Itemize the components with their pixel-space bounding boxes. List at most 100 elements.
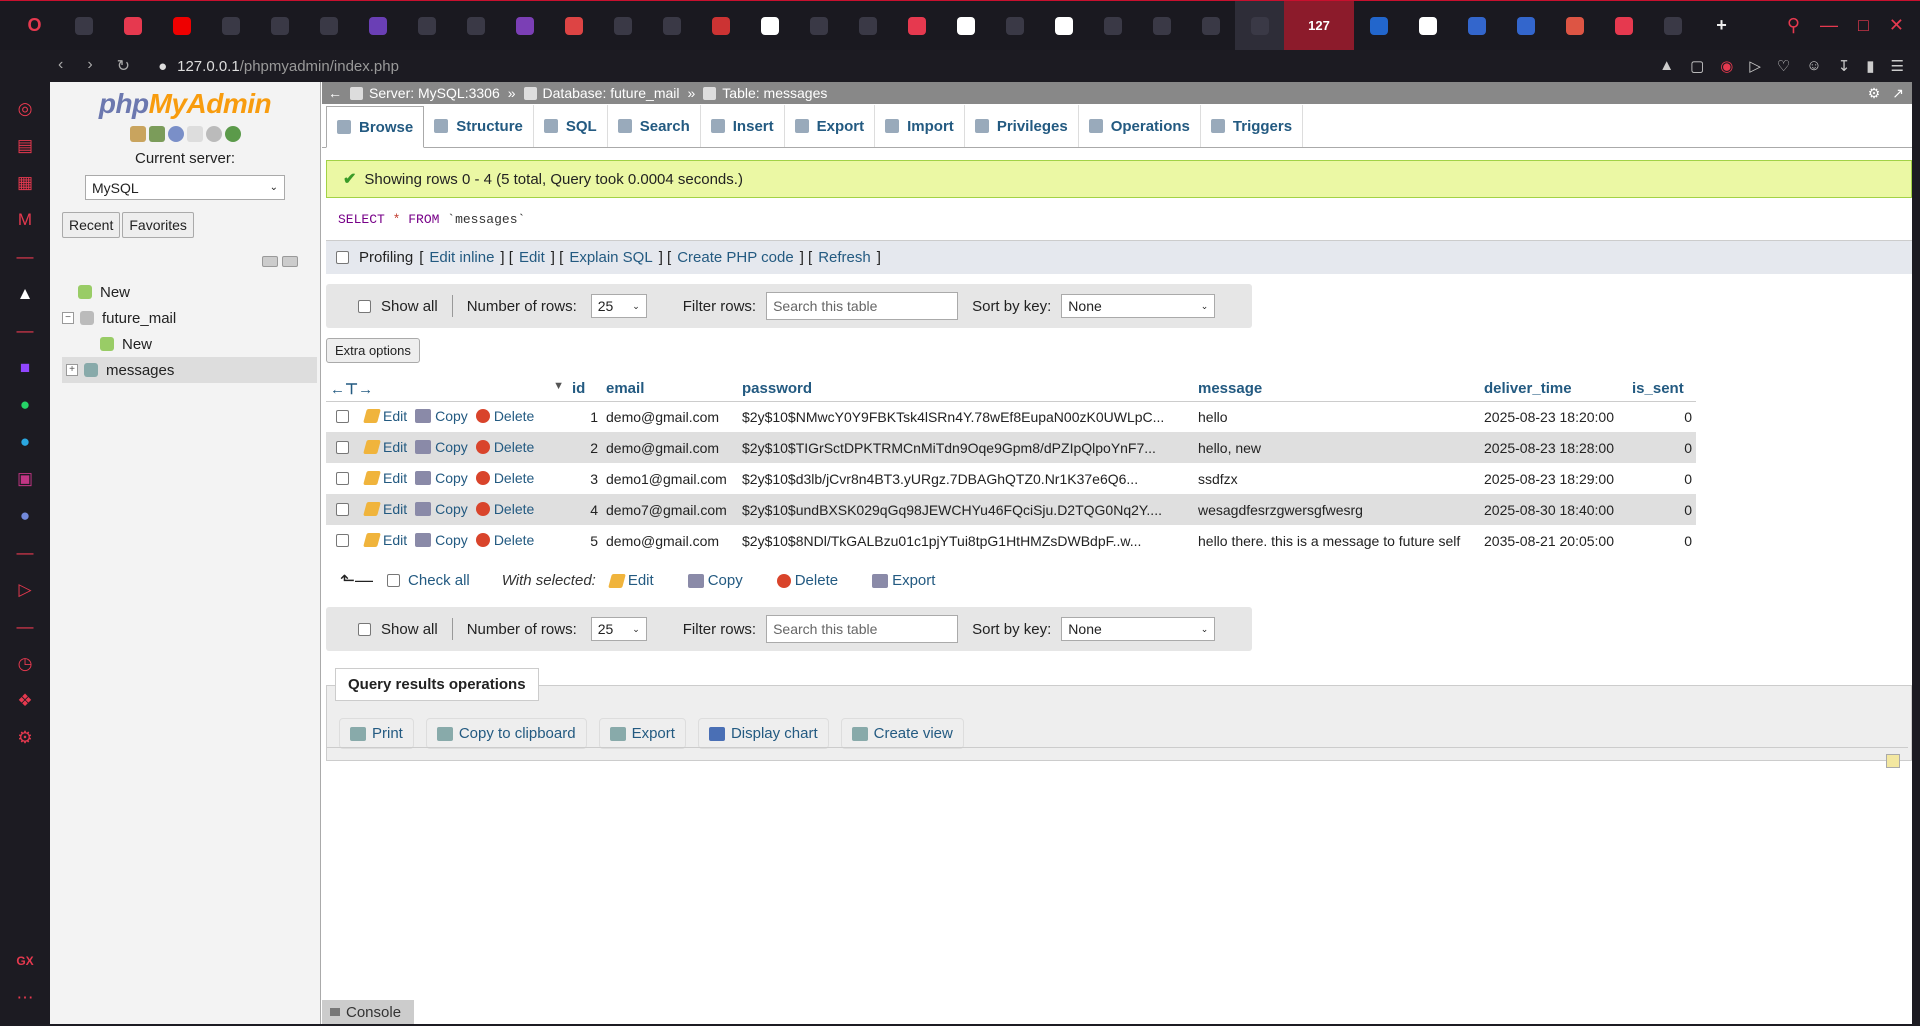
cell-message[interactable]: hello there. this is a message to future… [1194,525,1480,556]
extra-options-button[interactable]: Extra options [326,338,420,363]
check-all-label[interactable]: Check all [408,572,470,589]
maximize-icon[interactable]: □ [1858,15,1869,36]
snapshot-icon[interactable]: ▢ [1690,57,1704,75]
aria-icon[interactable]: ▤ [0,127,50,164]
server-select[interactable]: MySQL ⌄ [85,175,285,200]
link-icon[interactable] [282,256,298,267]
collapse-all-icon[interactable] [262,256,278,267]
browser-tab[interactable] [353,1,402,51]
logout-icon[interactable] [148,126,165,142]
heart-icon[interactable]: ♡ [1777,57,1790,75]
num-rows-select[interactable]: 25 ⌄ [590,294,647,318]
cell-is-sent[interactable]: 0 [1628,463,1696,494]
pma-logo[interactable]: phpMyAdmin [50,88,320,120]
tree-item-new-db[interactable]: New [62,279,317,305]
reload-icon[interactable]: ↻ [117,56,130,76]
cell-deliver-time[interactable]: 2025-08-30 18:40:00 [1480,494,1628,525]
browser-tab[interactable] [745,1,794,51]
settings-gear-icon[interactable]: ⚙ [1868,85,1881,102]
browser-tab[interactable] [451,1,500,51]
show-all-checkbox[interactable] [358,622,371,636]
copy-row-link[interactable]: Copy [415,501,468,517]
tab-structure[interactable]: Structure [424,105,534,147]
cell-deliver-time[interactable]: 2035-08-21 20:05:00 [1480,525,1628,556]
console-toggle[interactable]: Console [322,1000,414,1024]
expand-icon[interactable]: + [66,364,78,376]
row-checkbox[interactable] [336,502,349,516]
row-checkbox[interactable] [336,533,349,547]
row-checkbox[interactable] [336,409,349,423]
browser-tab[interactable] [941,1,990,51]
mail-icon[interactable]: M [0,201,50,238]
sql-query[interactable]: SELECT * FROM `messages` [326,198,1912,240]
delete-row-link[interactable]: Delete [475,470,534,486]
browser-tab[interactable] [1088,1,1137,51]
browser-tab[interactable] [598,1,647,51]
menu-icon[interactable]: ☰ [1891,57,1904,75]
extensions-icon[interactable]: ❖ [0,682,50,719]
tree-item-future-mail[interactable]: − future_mail [62,305,317,331]
display-chart-button[interactable]: Display chart [697,718,829,749]
breadcrumb-database[interactable]: Database: future_mail [523,85,680,101]
bulk-copy-button[interactable]: Copy [687,572,743,589]
bulk-edit-button[interactable]: Edit [607,572,654,589]
cell-email[interactable]: demo7@gmail.com [602,494,738,525]
browser-tab-active[interactable]: 127 [1284,0,1354,51]
url-field[interactable]: ● 127.0.0.1/phpmyadmin/index.php [158,58,399,75]
cell-password[interactable]: $2y$10$TIGrSctDPKTRMCnMiTdn9Oqe9Gpm8/dPZ… [738,432,1194,463]
account-icon[interactable]: ☺ [1806,57,1821,75]
cell-email[interactable]: demo1@gmail.com [602,463,738,494]
explain-sql-link[interactable]: Explain SQL [569,249,652,266]
browser-tab[interactable] [1039,1,1088,51]
cell-deliver-time[interactable]: 2025-08-23 18:20:00 [1480,401,1628,432]
cell-is-sent[interactable]: 0 [1628,401,1696,432]
browser-tab[interactable] [1550,1,1599,51]
wallet-icon[interactable]: ▦ [0,164,50,201]
tab-triggers[interactable]: Triggers [1201,105,1304,147]
cell-deliver-time[interactable]: 2025-08-23 18:28:00 [1480,432,1628,463]
help-icon[interactable] [167,126,184,142]
sort-by-key-select[interactable]: None ⌄ [1061,294,1216,318]
cell-message[interactable]: hello, new [1194,432,1480,463]
whatsapp-icon[interactable]: ● [0,386,50,423]
settings-gear-icon[interactable] [205,126,222,142]
tab-operations[interactable]: Operations [1079,105,1201,147]
edit-link[interactable]: Edit [519,249,545,266]
column-header-is-sent[interactable]: is_sent [1628,377,1696,402]
back-icon[interactable]: ‹ [58,56,63,76]
cell-email[interactable]: demo@gmail.com [602,401,738,432]
cell-password[interactable]: $2y$10$8NDl/TkGALBzu01c1pjYTui8tpG1HtHMZ… [738,525,1194,556]
filter-rows-input[interactable]: Search this table [766,615,959,643]
edit-row-link[interactable]: Edit [363,501,407,517]
cell-message[interactable]: ssdfzx [1194,463,1480,494]
check-all-checkbox[interactable] [387,574,401,587]
column-dropdown-icon[interactable]: ▼ [553,380,564,392]
column-header-password[interactable]: password [738,377,1194,402]
opera-menu-icon[interactable]: O [10,1,59,51]
edit-row-link[interactable]: Edit [363,470,407,486]
browser-tab[interactable] [990,1,1039,51]
minimize-icon[interactable]: — [1820,15,1838,36]
filter-rows-input[interactable]: Search this table [766,292,959,320]
browser-tab[interactable] [1235,0,1284,51]
edit-inline-link[interactable]: Edit inline [429,249,494,266]
edit-row-link[interactable]: Edit [363,408,407,424]
cell-password[interactable]: $2y$10$undBXSK029qGq98JEWCHYu46FQciSju.D… [738,494,1194,525]
tab-export[interactable]: Export [785,105,876,147]
row-checkbox[interactable] [336,471,349,485]
browser-tab[interactable] [59,1,108,51]
cell-is-sent[interactable]: 0 [1628,494,1696,525]
column-header-deliver-time[interactable]: deliver_time [1480,377,1628,402]
browser-tab[interactable] [794,1,843,51]
create-php-code-link[interactable]: Create PHP code [677,249,793,266]
collapse-window-icon[interactable]: ↗ [1892,85,1904,102]
gx-icon[interactable]: GX [0,942,50,979]
tab-import[interactable]: Import [875,105,965,147]
refresh-link[interactable]: Refresh [818,249,871,266]
browser-tab[interactable] [255,1,304,51]
column-header-message[interactable]: message [1194,377,1480,402]
export-button[interactable]: Export [598,718,686,749]
browser-tab[interactable] [696,1,745,51]
browser-tab[interactable] [647,1,696,51]
num-rows-select[interactable]: 25 ⌄ [590,617,647,641]
